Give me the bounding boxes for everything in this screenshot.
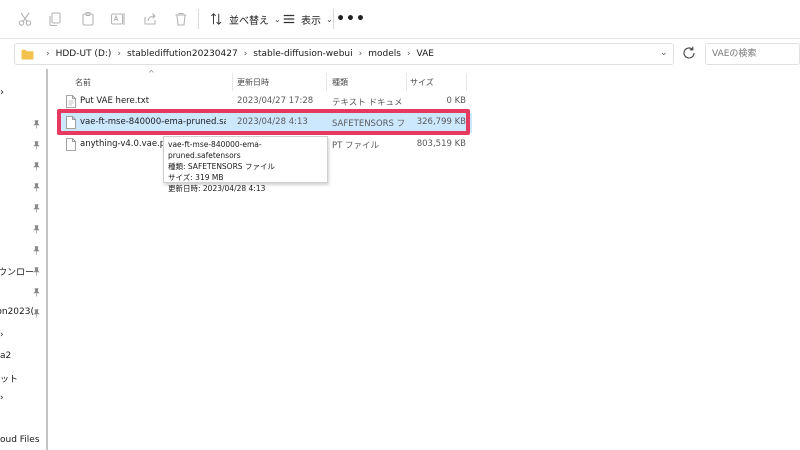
file-icon <box>66 138 76 151</box>
chevron-right-icon: › <box>46 49 50 59</box>
pin-icon <box>33 267 40 276</box>
breadcrumb-drive[interactable]: HDD-UT (D:) <box>56 49 112 59</box>
chevron-down-icon: ⌄ <box>274 14 281 24</box>
pin-icon <box>33 288 40 297</box>
file-type: PT ファイル <box>332 141 380 151</box>
nav-item-pinned-5[interactable] <box>0 201 46 217</box>
nav-item-pinned-9[interactable] <box>0 285 46 301</box>
delete-icon[interactable] <box>170 8 192 30</box>
nav-item-ssd[interactable]: ット <box>0 372 18 385</box>
file-tooltip: vae-ft-mse-840000-ema-pruned.safetensors… <box>163 136 328 193</box>
sort-ascending-icon: ^ <box>148 69 155 78</box>
cut-icon[interactable] <box>14 8 36 30</box>
chevron-right-icon: › <box>406 49 411 59</box>
nav-expand-fragment: › <box>0 330 4 340</box>
chevron-down-icon: ⌄ <box>326 14 333 24</box>
command-bar: 並べ替え ⌄ 表示 ⌄ ••• <box>0 0 800 38</box>
copy-icon[interactable] <box>44 8 66 30</box>
nav-item-pinned-1[interactable] <box>0 117 46 133</box>
column-divider[interactable] <box>466 73 467 91</box>
search-input[interactable] <box>705 43 800 65</box>
more-options-button[interactable]: ••• <box>336 10 365 28</box>
file-size: 803,519 KB <box>416 139 466 149</box>
nav-item-downloads[interactable]: ダウンロー <box>0 264 46 280</box>
navigation-pane: › ダウンロー ution2023( › a2 ット › oud Files <box>0 69 46 450</box>
pin-icon <box>33 225 40 234</box>
rename-icon[interactable] <box>107 8 129 30</box>
nav-item-project-folder[interactable]: ution2023( <box>0 306 46 322</box>
folder-icon <box>21 49 34 59</box>
nav-item-a2[interactable]: a2 <box>0 351 11 361</box>
pin-icon <box>33 309 40 318</box>
chevron-right-icon: › <box>117 49 122 59</box>
toolbar-divider <box>333 9 334 29</box>
nav-item-pinned-2[interactable] <box>0 138 46 154</box>
breadcrumb-vae[interactable]: VAE <box>417 49 434 59</box>
nav-expand-fragment: › <box>0 393 4 403</box>
file-name: Put VAE here.txt <box>80 96 150 106</box>
view-button[interactable]: 表示 ⌄ <box>282 10 333 28</box>
pin-icon <box>33 141 40 150</box>
tooltip-modified: 更新日時: 2023/04/28 4:13 <box>168 184 266 193</box>
address-bar[interactable]: › HDD-UT (D:) › stablediffution20230427 … <box>14 43 674 65</box>
sort-icon <box>210 13 222 25</box>
refresh-icon[interactable] <box>681 45 697 61</box>
tooltip-type: 種類: SAFETENSORS ファイル <box>168 162 275 171</box>
toolbar-divider <box>198 9 199 29</box>
paste-icon[interactable] <box>77 8 99 30</box>
nav-item-label: ution2023( <box>0 307 34 317</box>
nav-item-pinned-4[interactable] <box>0 180 46 196</box>
chevron-right-icon: › <box>243 49 248 59</box>
breadcrumb-models[interactable]: models <box>368 49 401 59</box>
column-header-type[interactable]: 種類 <box>332 74 348 90</box>
column-divider[interactable] <box>326 73 327 91</box>
breadcrumb-project[interactable]: stablediffution20230427 <box>127 49 238 59</box>
nav-item-cloud-files[interactable]: oud Files <box>0 435 40 445</box>
nav-arrow-fragment: › <box>0 87 4 98</box>
address-dropdown-icon[interactable]: ⌄ <box>660 48 668 58</box>
nav-item-pinned-7[interactable] <box>0 243 46 259</box>
chevron-right-icon: › <box>358 49 363 59</box>
column-divider[interactable] <box>406 73 407 91</box>
nav-item-pinned-6[interactable] <box>0 222 46 238</box>
file-date: 2023/04/27 17:28 <box>237 96 314 106</box>
pin-icon <box>33 246 40 255</box>
pin-icon <box>33 162 40 171</box>
tooltip-size: サイズ: 319 MB <box>168 173 224 182</box>
column-header-name[interactable]: 名前 <box>75 74 91 90</box>
file-size: 0 KB <box>446 96 466 106</box>
text-file-icon <box>66 95 76 108</box>
pin-icon <box>33 204 40 213</box>
tooltip-filename: vae-ft-mse-840000-ema-pruned.safetensors <box>168 140 262 160</box>
column-header-size[interactable]: サイズ <box>410 74 434 90</box>
view-label: 表示 <box>301 15 321 27</box>
nav-item-label: ダウンロー <box>0 268 34 278</box>
sort-button[interactable]: 並べ替え ⌄ <box>210 10 281 28</box>
sort-label: 並べ替え <box>229 15 269 27</box>
nav-item-pinned-3[interactable] <box>0 159 46 175</box>
address-row: › HDD-UT (D:) › stablediffution20230427 … <box>0 39 800 69</box>
breadcrumb-webui[interactable]: stable-diffusion-webui <box>253 49 352 59</box>
column-header-date[interactable]: 更新日時 <box>237 74 269 90</box>
highlight-annotation <box>57 109 470 135</box>
navigation-scrollbar[interactable] <box>46 69 48 450</box>
column-divider[interactable] <box>232 73 233 91</box>
pin-icon <box>33 120 40 129</box>
view-icon <box>283 14 295 24</box>
share-icon[interactable] <box>139 8 161 30</box>
file-type: テキスト ドキュメント <box>332 98 404 108</box>
pin-icon <box>33 183 40 192</box>
